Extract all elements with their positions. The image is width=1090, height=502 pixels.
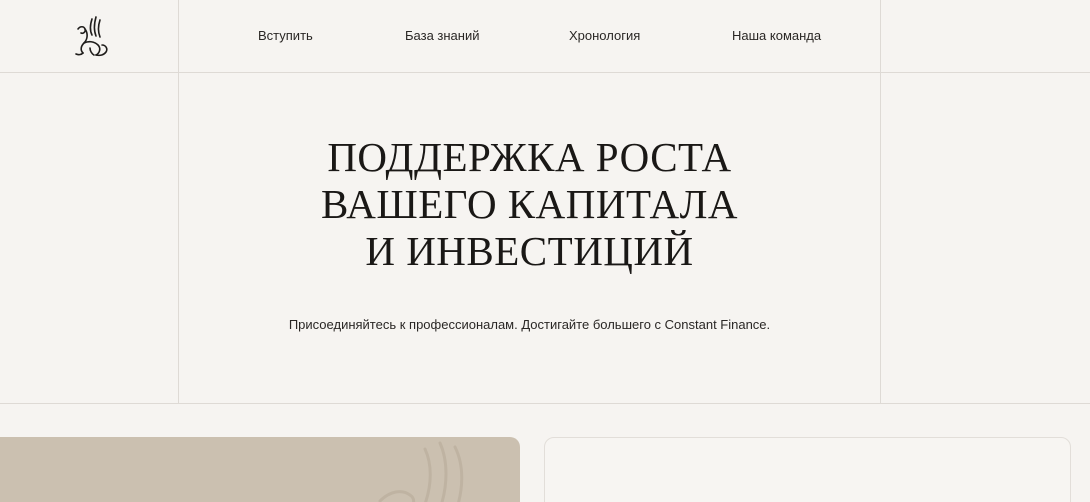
page: Вступить База знаний Хронология Наша ком… <box>0 0 1090 502</box>
feature-card-right <box>544 437 1071 502</box>
hero-bottom-divider <box>0 403 1090 404</box>
grid-line-right <box>880 0 881 404</box>
hero-title-line: ВАШЕГО КАПИТАЛА <box>320 181 739 227</box>
logo-link[interactable] <box>0 0 179 73</box>
feature-card-left <box>0 437 520 502</box>
griffin-watermark-icon <box>378 441 464 502</box>
site-header: Вступить База знаний Хронология Наша ком… <box>0 0 1090 73</box>
hero-subtitle: Присоединяйтесь к профессионалам. Достиг… <box>288 317 771 332</box>
hero-section: ПОДДЕРЖКА РОСТА ВАШЕГО КАПИТАЛА И ИНВЕСТ… <box>179 74 880 403</box>
hero-title-line: ПОДДЕРЖКА РОСТА <box>327 134 732 180</box>
griffin-logo-icon <box>74 15 108 56</box>
hero-title: ПОДДЕРЖКА РОСТА ВАШЕГО КАПИТАЛА И ИНВЕСТ… <box>179 134 880 275</box>
nav-item-timeline[interactable]: Хронология <box>569 28 640 43</box>
nav-item-our-team[interactable]: Наша команда <box>732 28 821 43</box>
hero-title-line: И ИНВЕСТИЦИЙ <box>365 228 694 274</box>
main-nav: Вступить База знаний Хронология Наша ком… <box>179 0 880 73</box>
nav-item-knowledge-base[interactable]: База знаний <box>405 28 480 43</box>
nav-item-join[interactable]: Вступить <box>258 28 313 43</box>
